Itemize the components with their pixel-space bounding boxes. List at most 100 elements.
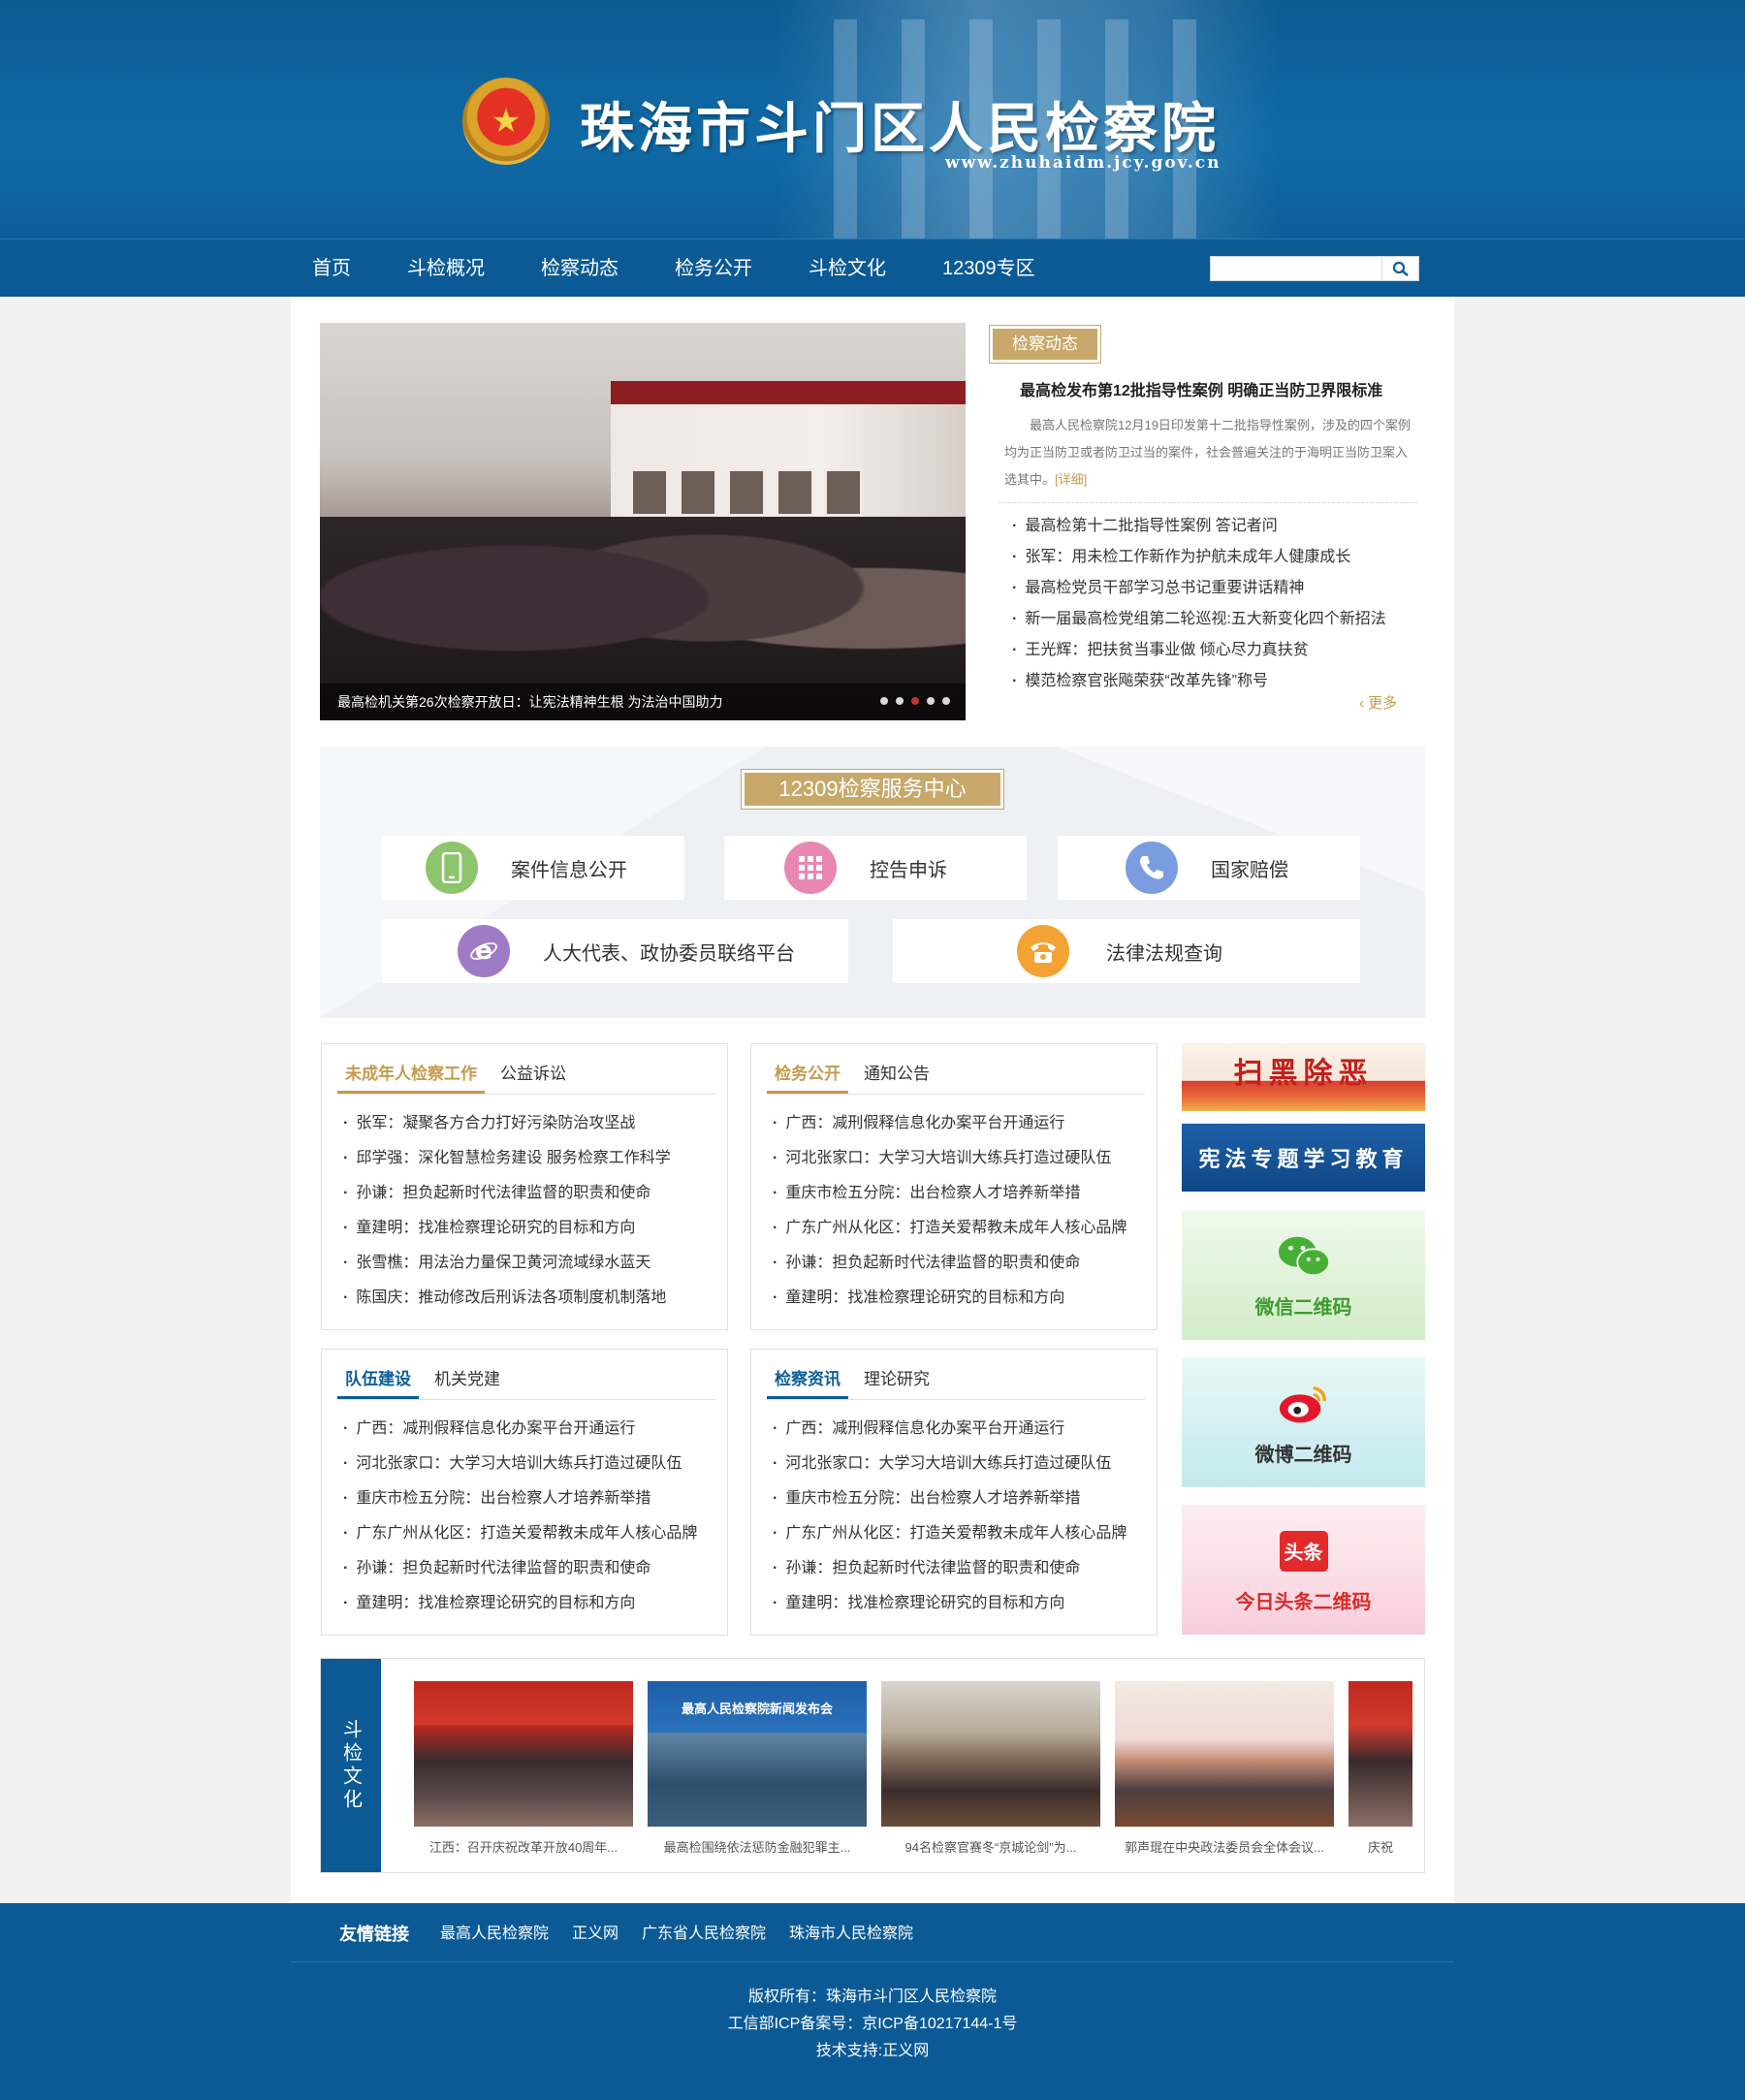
list-item[interactable]: 孙谦：担负起新时代法律监督的职责和使命 xyxy=(343,1176,721,1211)
banner-anti-crime[interactable]: 扫黑除恶 xyxy=(1182,1043,1425,1111)
list-item[interactable]: 童建明：找准检察理论研究的目标和方向 xyxy=(773,1281,1151,1316)
slide-dot-active[interactable] xyxy=(911,697,919,705)
tab-team-building[interactable]: 队伍建设 xyxy=(337,1361,419,1399)
footer-divider xyxy=(291,1961,1454,1962)
site-url: www.zhuhaidm.jcy.gov.cn xyxy=(945,153,1222,173)
news-more-link[interactable]: ‹ 更多 xyxy=(1359,692,1397,713)
wechat-qr-card[interactable]: 微信二维码 xyxy=(1182,1210,1425,1340)
chevron-left-icon: ‹ xyxy=(1359,695,1369,712)
list-item[interactable]: 广西：减刑假释信息化办案平台开通运行 xyxy=(773,1106,1151,1141)
list-item[interactable]: 张军：凝聚各方合力打好污染防治攻坚战 xyxy=(343,1106,721,1141)
culture-caption[interactable]: 最高检围绕依法惩防金融犯罪主... xyxy=(648,1837,867,1856)
news-list-item[interactable]: 王光辉：把扶贫当事业做 倾心尽力真扶贫 xyxy=(1012,635,1419,666)
service-complaint[interactable]: 控告申诉 xyxy=(724,836,1027,900)
list-item[interactable]: 广东广州从化区：打造关爱帮教未成年人核心品牌 xyxy=(773,1211,1151,1246)
friend-links: 最高人民检察院 正义网 广东省人民检察院 珠海市人民检察院 xyxy=(440,1922,936,1947)
list-item[interactable]: 广东广州从化区：打造关爱帮教未成年人核心品牌 xyxy=(343,1516,721,1551)
box-info: 检察资讯 理论研究 广西：减刑假释信息化办案平台开通运行 河北张家口：大学习大培… xyxy=(750,1349,1158,1636)
culture-caption[interactable]: 94名检察官赛冬“京城论剑”为... xyxy=(881,1837,1100,1856)
list-item[interactable]: 陈国庆：推动修改后刑诉法各项制度机制落地 xyxy=(343,1281,721,1316)
tab-theory-research[interactable]: 理论研究 xyxy=(856,1361,937,1399)
search-icon xyxy=(1392,261,1409,276)
tab-public-interest[interactable]: 公益诉讼 xyxy=(492,1056,574,1094)
culture-thumb[interactable] xyxy=(414,1681,633,1827)
service-deputy-liaison[interactable]: e 人大代表、政协委员联络平台 xyxy=(382,919,848,983)
culture-thumb[interactable] xyxy=(1115,1681,1334,1827)
list-item[interactable]: 童建明：找准检察理论研究的目标和方向 xyxy=(773,1586,1151,1621)
rotary-phone-icon xyxy=(1017,925,1069,977)
list-item[interactable]: 广东广州从化区：打造关爱帮教未成年人核心品牌 xyxy=(773,1516,1151,1551)
friend-link[interactable]: 最高人民检察院 xyxy=(440,1922,549,1947)
nav-news[interactable]: 检察动态 xyxy=(529,239,630,298)
culture-caption[interactable]: 江西：召开庆祝改革开放40周年... xyxy=(414,1837,633,1856)
list-item[interactable]: 河北张家口：大学习大培训大练兵打造过硬队伍 xyxy=(773,1141,1151,1176)
slide-dot[interactable] xyxy=(896,697,904,705)
list-item[interactable]: 河北张家口：大学习大培训大练兵打造过硬队伍 xyxy=(773,1447,1151,1481)
news-list-item[interactable]: 最高检党员干部学习总书记重要讲话精神 xyxy=(1012,573,1419,604)
culture-caption[interactable]: 郭声琨在中央政法委员会全体会议... xyxy=(1115,1837,1334,1856)
culture-thumb[interactable] xyxy=(1348,1681,1412,1827)
news-detail-link[interactable]: [详细] xyxy=(1055,472,1087,487)
slide-dot[interactable] xyxy=(942,697,950,705)
nav-home[interactable]: 首页 xyxy=(301,239,363,298)
slide-dot[interactable] xyxy=(927,697,935,705)
list-item[interactable]: 广西：减刑假释信息化办案平台开通运行 xyxy=(343,1412,721,1447)
tab-procuratorial-info[interactable]: 检察资讯 xyxy=(767,1361,848,1399)
browser-e-icon: e xyxy=(458,925,510,977)
news-summary: 最高人民检察院12月19日印发第十二批指导性案例，涉及的四个案例均为正当防卫或者… xyxy=(1004,418,1411,487)
box-affairs: 检务公开 通知公告 广西：减刑假释信息化办案平台开通运行 河北张家口：大学习大培… xyxy=(750,1043,1158,1330)
friend-link[interactable]: 珠海市人民检察院 xyxy=(789,1922,913,1947)
slideshow-image[interactable] xyxy=(320,323,966,720)
list-item[interactable]: 重庆市检五分院：出台检察人才培养新举措 xyxy=(343,1481,721,1516)
service-compensation[interactable]: 国家赔偿 xyxy=(1058,836,1360,900)
footer-copyright: 版权所有：珠海市斗门区人民检察院 xyxy=(747,1989,997,2005)
news-list-item[interactable]: 张军：用未检工作新作为护航未成年人健康成长 xyxy=(1012,542,1419,573)
tab-affairs[interactable]: 检务公开 xyxy=(767,1056,848,1094)
list-item[interactable]: 童建明：找准检察理论研究的目标和方向 xyxy=(343,1211,721,1246)
friend-link[interactable]: 广东省人民检察院 xyxy=(642,1922,766,1947)
news-headline[interactable]: 最高检发布第12批指导性案例 明确正当防卫界限标准 xyxy=(1020,377,1382,400)
weibo-icon xyxy=(1276,1379,1332,1429)
list-item[interactable]: 重庆市检五分院：出台检察人才培养新举措 xyxy=(773,1176,1151,1211)
search-button[interactable] xyxy=(1381,257,1418,280)
news-list-item[interactable]: 模范检察官张飚荣获“改革先锋”称号 xyxy=(1012,666,1419,697)
tab-party-building[interactable]: 机关党建 xyxy=(427,1361,508,1399)
slideshow-caption[interactable]: 最高检机关第26次检察开放日：让宪法精神生根 为法治中国助力 xyxy=(337,684,722,720)
footer-icp[interactable]: 工信部ICP备案号：京ICP备10217144-1号 xyxy=(0,2010,1745,2033)
nav-12309[interactable]: 12309专区 xyxy=(931,239,1047,298)
toutiao-qr-card[interactable]: 头条 今日头条二维码 xyxy=(1182,1505,1425,1635)
friend-link[interactable]: 正义网 xyxy=(572,1922,619,1947)
site-header: ★ 珠海市斗门区人民检察院 www.zhuhaidm.jcy.gov.cn xyxy=(0,0,1745,239)
friend-links-title: 友情链接 xyxy=(339,1925,409,1944)
tab-notices[interactable]: 通知公告 xyxy=(856,1056,937,1094)
culture-thumb[interactable] xyxy=(881,1681,1100,1827)
list-item[interactable]: 邱学强：深化智慧检务建设 服务检察工作科学 xyxy=(343,1141,721,1176)
list-item[interactable]: 孙谦：担负起新时代法律监督的职责和使命 xyxy=(343,1551,721,1586)
nav-culture[interactable]: 斗检文化 xyxy=(797,239,898,298)
weibo-qr-card[interactable]: 微博二维码 xyxy=(1182,1357,1425,1487)
service-center-title: 12309检察服务中心 xyxy=(741,769,1004,810)
list-item[interactable]: 重庆市检五分院：出台检察人才培养新举措 xyxy=(773,1481,1151,1516)
list-item[interactable]: 童建明：找准检察理论研究的目标和方向 xyxy=(343,1586,721,1621)
news-list-item[interactable]: 最高检第十二批指导性案例 答记者问 xyxy=(1012,511,1419,542)
nav-affairs[interactable]: 检务公开 xyxy=(663,239,764,298)
slideshow-dots xyxy=(880,697,950,705)
service-case-info[interactable]: 案件信息公开 xyxy=(382,836,684,900)
culture-caption[interactable]: 庆祝 xyxy=(1348,1837,1412,1856)
banner-constitution[interactable]: 宪法专题学习教育 xyxy=(1182,1124,1425,1192)
news-section-tag[interactable]: 检察动态 xyxy=(989,325,1101,364)
svg-text:e: e xyxy=(475,937,492,966)
nav-overview[interactable]: 斗检概况 xyxy=(396,239,496,298)
search-input[interactable] xyxy=(1211,257,1381,280)
list-item[interactable]: 广西：减刑假释信息化办案平台开通运行 xyxy=(773,1412,1151,1447)
list-item[interactable]: 张雪樵：用法治力量保卫黄河流域绿水蓝天 xyxy=(343,1246,721,1281)
tab-juvenile[interactable]: 未成年人检察工作 xyxy=(337,1056,485,1094)
telephone-icon xyxy=(1126,842,1178,894)
list-item[interactable]: 河北张家口：大学习大培训大练兵打造过硬队伍 xyxy=(343,1447,721,1481)
list-item[interactable]: 孙谦：担负起新时代法律监督的职责和使命 xyxy=(773,1551,1151,1586)
service-law-query[interactable]: 法律法规查询 xyxy=(893,919,1360,983)
slide-dot[interactable] xyxy=(880,697,888,705)
list-item[interactable]: 孙谦：担负起新时代法律监督的职责和使命 xyxy=(773,1246,1151,1281)
news-list-item[interactable]: 新一届最高检党组第二轮巡视:五大新变化四个新招法 xyxy=(1012,604,1419,635)
culture-thumb[interactable]: 最高人民检察院新闻发布会 xyxy=(648,1681,867,1827)
